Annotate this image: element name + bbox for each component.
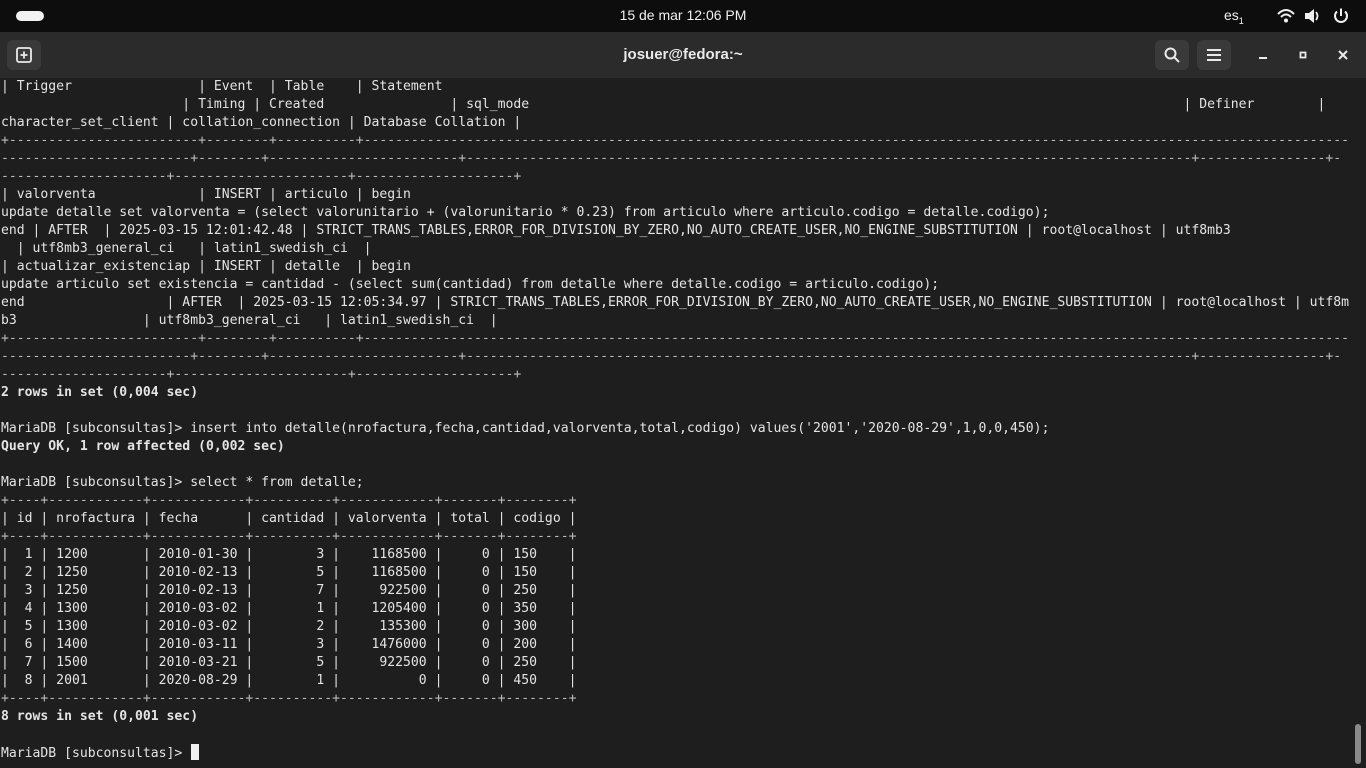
terminal-line: MariaDB [subconsultas]> insert into deta… (1, 421, 1050, 436)
prompt: MariaDB [subconsultas]> (1, 746, 191, 761)
terminal-line: b3 | utf8mb3_general_ci | latin1_swedish… (1, 313, 498, 328)
terminal-line: | 2 | 1250 | 2010-02-13 | 5 | 1168500 | … (1, 565, 577, 580)
terminal-line: | actualizar_existenciap | INSERT | deta… (1, 259, 411, 274)
terminal-line: end | AFTER | 2025-03-15 12:01:42.48 | S… (1, 223, 1231, 238)
terminal-line: | 6 | 1400 | 2010-03-11 | 3 | 1476000 | … (1, 637, 577, 652)
minimize-button[interactable] (1246, 40, 1280, 70)
maximize-button[interactable] (1286, 40, 1320, 70)
terminal-text: | Trigger | Event | Table | Statement | … (0, 78, 1350, 762)
terminal-output[interactable]: | Trigger | Event | Table | Statement | … (0, 78, 1350, 768)
terminal-line: | utf8mb3_general_ci | latin1_swedish_ci… (1, 241, 372, 256)
minimize-icon (1259, 57, 1267, 59)
terminal-line: +------------------------+--------+-----… (1, 331, 1350, 346)
keyboard-layout-label: es (1224, 7, 1239, 23)
terminal-line: update articulo set existencia = cantida… (1, 277, 940, 292)
terminal-line: 8 rows in set (0,001 sec) (1, 709, 199, 724)
terminal-line: end | AFTER | 2025-03-15 12:05:34.97 | S… (1, 295, 1350, 310)
hamburger-menu-icon (1207, 49, 1221, 61)
terminal-line: | 8 | 2001 | 2020-08-29 | 1 | 0 | 0 | 45… (1, 673, 577, 688)
terminal-line: update detalle set valorventa = (select … (1, 205, 1050, 220)
close-icon (1338, 50, 1348, 60)
header-bar[interactable]: josuer@fedora:~ (0, 32, 1366, 78)
terminal-line: +----+------------+------------+--------… (1, 529, 577, 544)
main-menu-button[interactable] (1197, 40, 1231, 70)
terminal-line: | 7 | 1500 | 2010-03-21 | 5 | 922500 | 0… (1, 655, 577, 670)
scrollbar-thumb[interactable] (1355, 724, 1361, 764)
terminal-line: | 3 | 1250 | 2010-02-13 | 7 | 922500 | 0… (1, 583, 577, 598)
power-icon[interactable] (1332, 7, 1350, 25)
terminal-line: Query OK, 1 row affected (0,002 sec) (1, 439, 285, 454)
terminal-line: | Trigger | Event | Table | Statement (1, 79, 443, 94)
terminal-line: ---------------------+------------------… (1, 367, 522, 382)
terminal-line: ---------------------+------------------… (1, 169, 522, 184)
terminal-line: +------------------------+--------+-----… (1, 133, 1350, 148)
top-bar: 15 de mar 12:06 PM es1 (0, 0, 1366, 32)
terminal-line: +----+------------+------------+--------… (1, 493, 577, 508)
wifi-icon[interactable] (1277, 7, 1295, 25)
terminal-line: | 1 | 1200 | 2010-01-30 | 3 | 1168500 | … (1, 547, 577, 562)
close-button[interactable] (1326, 40, 1360, 70)
text-cursor (191, 744, 200, 760)
keyboard-layout-index: 1 (1238, 15, 1244, 26)
clock[interactable]: 15 de mar 12:06 PM (0, 7, 1366, 23)
terminal-line: MariaDB [subconsultas]> select * from de… (1, 475, 364, 490)
terminal-line: | 5 | 1300 | 2010-03-02 | 2 | 135300 | 0… (1, 619, 577, 634)
terminal-line: ------------------------+--------+------… (1, 349, 1342, 364)
keyboard-layout-indicator[interactable]: es1 (1224, 7, 1244, 26)
terminal-line: 2 rows in set (0,004 sec) (1, 385, 199, 400)
search-icon (1164, 47, 1180, 63)
terminal-line: ------------------------+--------+------… (1, 151, 1342, 166)
volume-icon[interactable] (1303, 7, 1321, 25)
terminal-line: | 4 | 1300 | 2010-03-02 | 1 | 1205400 | … (1, 601, 577, 616)
terminal-line: | Timing | Created | sql_mode | Definer … (1, 97, 1326, 112)
terminal-line: | id | nrofactura | fecha | cantidad | v… (1, 511, 577, 526)
prompt-line[interactable]: MariaDB [subconsultas]> (1, 744, 1350, 762)
maximize-icon (1299, 51, 1307, 59)
search-button[interactable] (1155, 40, 1189, 70)
terminal-line: +----+------------+------------+--------… (1, 691, 577, 706)
terminal-window: josuer@fedora:~ | Trigger | Event | Tabl… (0, 32, 1366, 768)
terminal-line: character_set_client | collation_connect… (1, 115, 522, 130)
terminal-line: | valorventa | INSERT | articulo | begin (1, 187, 411, 202)
